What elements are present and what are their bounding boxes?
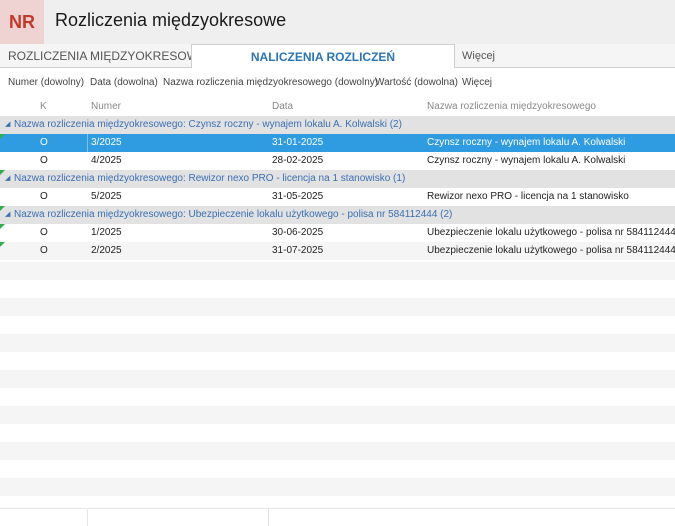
filter-numer[interactable]: Numer (dowolny) xyxy=(8,77,84,88)
cell-k: O xyxy=(40,227,48,238)
group-label: Nazwa rozliczenia międzyokresowego: Ubez… xyxy=(14,209,453,220)
filter-wartosc[interactable]: Wartość (dowolna) xyxy=(375,77,458,88)
cell-data: 30-06-2025 xyxy=(272,227,324,238)
group-header-ubezpieczenie[interactable]: ◢ Nazwa rozliczenia międzyokresowego: Ub… xyxy=(0,206,675,224)
cell-nazwa: Ubezpieczenie lokalu użytkowego - polisa… xyxy=(427,245,675,256)
table-row[interactable]: O 4/2025 28-02-2025 Czynsz roczny - wyna… xyxy=(0,152,675,170)
row-marker-icon xyxy=(0,242,5,247)
cell-numer: 1/2025 xyxy=(91,227,122,238)
cell-numer: 5/2025 xyxy=(91,191,122,202)
column-header-nazwa[interactable]: Nazwa rozliczenia międzyokresowego xyxy=(427,101,596,112)
cell-numer: 3/2025 xyxy=(91,137,122,148)
cell-k: O xyxy=(40,191,48,202)
column-header-row: K Numer Data Nazwa rozliczenia międzyokr… xyxy=(0,96,675,116)
cell-k: O xyxy=(40,245,48,256)
cell-k: O xyxy=(40,155,48,166)
group-label: Nazwa rozliczenia międzyokresowego: Rewi… xyxy=(14,173,406,184)
data-grid: ◢ Nazwa rozliczenia międzyokresowego: Cz… xyxy=(0,116,675,260)
cell-nazwa: Czynsz roczny - wynajem lokalu A. Kolwal… xyxy=(427,137,626,148)
tab-rozliczenia[interactable]: ROZLICZENIA MIĘDZYOKRESOWE xyxy=(8,44,206,68)
empty-grid-area xyxy=(0,262,675,496)
app-badge: NR xyxy=(0,0,44,44)
cell-data: 31-07-2025 xyxy=(272,245,324,256)
cell-numer: 2/2025 xyxy=(91,245,122,256)
filter-bar: Numer (dowolny) Data (dowolna) Nazwa roz… xyxy=(0,68,675,96)
filter-data[interactable]: Data (dowolna) xyxy=(90,77,158,88)
cell-data: 31-01-2025 xyxy=(272,137,324,148)
filter-nazwa[interactable]: Nazwa rozliczenia międzyokresowego (dowo… xyxy=(163,77,378,88)
tab-naliczenia[interactable]: NALICZENIA ROZLICZEŃ MIĘDZYOKRESOWYCH xyxy=(191,44,455,88)
group-header-rewizor[interactable]: ◢ Nazwa rozliczenia międzyokresowego: Re… xyxy=(0,170,675,188)
table-row[interactable]: O 5/2025 31-05-2025 Rewizor nexo PRO - l… xyxy=(0,188,675,206)
filter-more[interactable]: Więcej xyxy=(462,77,492,88)
collapse-arrow-icon[interactable]: ◢ xyxy=(5,170,10,188)
cell-nazwa: Rewizor nexo PRO - licencja na 1 stanowi… xyxy=(427,191,629,202)
row-marker-icon xyxy=(0,134,5,139)
title-bar: NR Rozliczenia międzyokresowe xyxy=(0,0,675,44)
cell-data: 31-05-2025 xyxy=(272,191,324,202)
collapse-arrow-icon[interactable]: ◢ xyxy=(5,206,10,224)
table-row[interactable]: O 2/2025 31-07-2025 Ubezpieczenie lokalu… xyxy=(0,242,675,260)
column-header-k[interactable]: K xyxy=(40,101,47,112)
table-row[interactable]: O 3/2025 31-01-2025 Czynsz roczny - wyna… xyxy=(0,134,675,152)
collapse-arrow-icon[interactable]: ◢ xyxy=(5,116,10,134)
row-marker-icon xyxy=(0,224,5,229)
cell-nazwa: Czynsz roczny - wynajem lokalu A. Kolwal… xyxy=(427,155,626,166)
cell-data: 28-02-2025 xyxy=(272,155,324,166)
table-row[interactable]: O 1/2025 30-06-2025 Ubezpieczenie lokalu… xyxy=(0,224,675,242)
group-label: Nazwa rozliczenia międzyokresowego: Czyn… xyxy=(14,119,402,130)
column-header-numer[interactable]: Numer xyxy=(91,101,121,112)
cell-k: O xyxy=(40,137,48,148)
tab-bar: ROZLICZENIA MIĘDZYOKRESOWE NALICZENIA RO… xyxy=(0,44,675,88)
group-header-czynsz[interactable]: ◢ Nazwa rozliczenia międzyokresowego: Cz… xyxy=(0,116,675,134)
page-title: Rozliczenia międzyokresowe xyxy=(55,10,287,30)
summary-footer xyxy=(0,508,675,526)
tab-more[interactable]: Więcej xyxy=(462,44,495,68)
cell-nazwa: Ubezpieczenie lokalu użytkowego - polisa… xyxy=(427,227,675,238)
cell-numer: 4/2025 xyxy=(91,155,122,166)
column-header-data[interactable]: Data xyxy=(272,101,293,112)
